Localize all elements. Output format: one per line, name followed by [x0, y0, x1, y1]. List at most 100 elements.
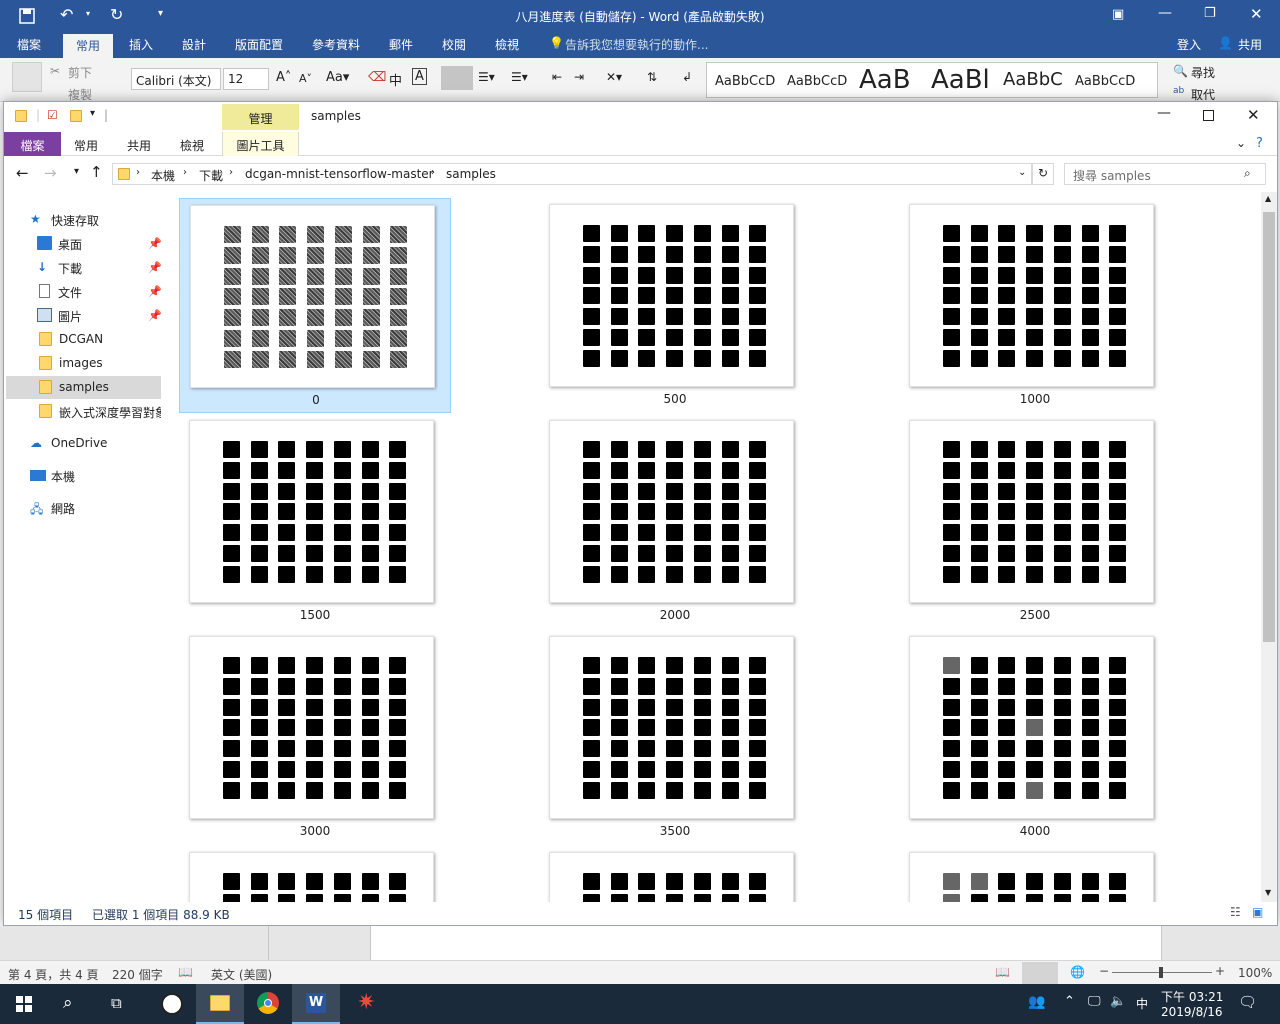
nav-documents[interactable]: 文件 📌: [6, 280, 161, 303]
show-hidden-icons[interactable]: ⌃: [1064, 994, 1075, 1009]
file-tile[interactable]: 5000: [539, 846, 811, 902]
zoom-level[interactable]: 100%: [1238, 966, 1272, 980]
read-mode-icon[interactable]: 📖: [995, 965, 1010, 979]
pin-icon[interactable]: 📌: [148, 285, 161, 298]
tab-design[interactable]: 設計: [182, 36, 206, 53]
tab-view[interactable]: 檢視: [180, 137, 204, 154]
grow-font-icon[interactable]: A˄: [276, 70, 291, 85]
close-icon[interactable]: ✕: [1250, 5, 1263, 23]
asian-layout-icon[interactable]: ✕▾: [606, 70, 622, 84]
nav-folder-samples[interactable]: samples: [6, 376, 161, 399]
word-page[interactable]: [370, 926, 1162, 960]
bullets-icon[interactable]: [441, 66, 473, 90]
notification-icon[interactable]: 🗨: [1238, 993, 1257, 1011]
nav-this-pc[interactable]: 本機: [6, 464, 161, 487]
start-button[interactable]: [0, 984, 48, 1024]
nav-pictures[interactable]: 圖片 📌: [6, 304, 161, 327]
scroll-down-icon[interactable]: ▼: [1265, 888, 1271, 897]
chevron-right-icon[interactable]: ›: [229, 167, 233, 178]
volume-icon[interactable]: 🔈: [1110, 994, 1126, 1009]
multilevel-icon[interactable]: ☰▾: [511, 70, 528, 84]
nav-folder-embedded[interactable]: 嵌入式深度學習對象: [6, 400, 161, 423]
taskbar-app-cortana[interactable]: [148, 984, 196, 1024]
breadcrumb-downloads[interactable]: 下載: [199, 167, 223, 184]
tab-mailings[interactable]: 郵件: [389, 36, 413, 53]
ribbon-display-icon[interactable]: ▣: [1112, 7, 1124, 22]
taskbar-app-word[interactable]: W: [292, 984, 340, 1024]
expand-ribbon-icon[interactable]: ⌄: [1236, 136, 1246, 150]
print-layout-icon[interactable]: [1022, 962, 1058, 984]
style-heading1[interactable]: AaB: [859, 65, 911, 95]
tell-me-box[interactable]: 告訴我您想要執行的動作...: [565, 36, 708, 53]
chevron-right-icon[interactable]: ›: [183, 167, 187, 178]
people-icon[interactable]: 👥: [1028, 994, 1045, 1010]
large-icons-view-icon[interactable]: ▣: [1252, 905, 1263, 919]
zoom-in-icon[interactable]: +: [1215, 964, 1225, 978]
pin-icon[interactable]: 📌: [148, 261, 161, 274]
language-indicator[interactable]: 英文 (美國): [211, 966, 272, 983]
help-icon[interactable]: ?: [1256, 136, 1263, 151]
style-title[interactable]: AaBbC: [1003, 69, 1063, 90]
char-border-icon[interactable]: A: [412, 68, 427, 85]
file-tile[interactable]: 1000: [899, 198, 1171, 413]
show-marks-icon[interactable]: ↲: [682, 70, 692, 84]
tab-file[interactable]: 檔案: [17, 36, 41, 53]
address-bar[interactable]: › 本機 › 下載 › dcgan-mnist-tensorflow-maste…: [112, 163, 1032, 185]
tab-home[interactable]: 常用: [74, 137, 98, 154]
tab-picture-tools[interactable]: 圖片工具: [222, 132, 299, 156]
properties-icon[interactable]: ☑: [47, 108, 58, 122]
numbering-icon[interactable]: ☰▾: [478, 70, 495, 84]
taskbar-app-chrome[interactable]: [244, 984, 292, 1024]
minimize-icon[interactable]: —: [1158, 5, 1172, 21]
font-name-select[interactable]: Calibri (本文): [131, 68, 221, 90]
file-tile[interactable]: 500: [539, 198, 811, 413]
taskbar-app-explorer[interactable]: [196, 984, 244, 1024]
breadcrumb-project[interactable]: dcgan-mnist-tensorflow-master: [245, 167, 434, 181]
restore-icon[interactable]: ❐: [1204, 6, 1216, 21]
zoom-out-icon[interactable]: −: [1099, 964, 1109, 978]
change-case-icon[interactable]: Aa▾: [326, 70, 349, 85]
tab-review[interactable]: 校閱: [442, 36, 466, 53]
nav-network[interactable]: 🖧 網路: [6, 496, 161, 519]
increase-indent-icon[interactable]: ⇥: [574, 70, 584, 84]
nav-folder-images[interactable]: images: [6, 352, 161, 375]
decrease-indent-icon[interactable]: ⇤: [552, 70, 562, 84]
file-tile[interactable]: 3500: [539, 630, 811, 845]
paste-icon[interactable]: [12, 62, 42, 92]
tab-home[interactable]: 常用: [63, 34, 113, 58]
page-indicator[interactable]: 第 4 頁，共 4 頁: [8, 966, 99, 983]
nav-quick-access[interactable]: ★ 快速存取: [6, 208, 161, 231]
forward-icon[interactable]: →: [44, 164, 57, 182]
refresh-icon[interactable]: ↻: [1032, 163, 1054, 185]
search-button[interactable]: ⌕: [48, 984, 96, 1024]
file-tile[interactable]: 2000: [539, 414, 811, 629]
task-view-button[interactable]: ⧉: [96, 984, 144, 1024]
nav-desktop[interactable]: 桌面 📌: [6, 232, 161, 255]
chevron-right-icon[interactable]: ›: [431, 167, 435, 178]
word-count[interactable]: 220 個字: [112, 966, 163, 983]
clock-date[interactable]: 2019/8/16: [1161, 1005, 1223, 1019]
pin-icon[interactable]: 📌: [148, 309, 161, 322]
file-tile[interactable]: 4000: [899, 630, 1171, 845]
scroll-thumb[interactable]: [1263, 212, 1275, 642]
pin-icon[interactable]: 📌: [148, 237, 161, 250]
proofing-icon[interactable]: 📖: [178, 965, 193, 979]
details-view-icon[interactable]: ☷: [1230, 905, 1241, 919]
font-size-select[interactable]: 12: [223, 68, 269, 90]
shrink-font-icon[interactable]: A˅: [299, 72, 312, 85]
tab-layout[interactable]: 版面配置: [235, 36, 283, 53]
scroll-up-icon[interactable]: ▲: [1265, 194, 1271, 203]
file-tile[interactable]: 0: [179, 198, 451, 413]
breadcrumb-this-pc[interactable]: 本機: [151, 167, 175, 184]
cut-button[interactable]: 剪下: [68, 64, 92, 81]
sign-in-link[interactable]: 登入: [1177, 36, 1201, 53]
up-icon[interactable]: ↑: [90, 163, 103, 181]
file-tile[interactable]: 3000: [179, 630, 451, 845]
tab-view[interactable]: 檢視: [495, 36, 519, 53]
sort-icon[interactable]: ⇅: [647, 70, 657, 84]
styles-gallery[interactable]: AaBbCcD AaBbCcD AaB AaBl AaBbC AaBbCcD: [706, 62, 1158, 98]
find-button[interactable]: 尋找: [1191, 64, 1215, 81]
manage-context-tab[interactable]: 管理: [222, 104, 299, 130]
chevron-right-icon[interactable]: ›: [136, 167, 140, 178]
file-tile[interactable]: 1500: [179, 414, 451, 629]
